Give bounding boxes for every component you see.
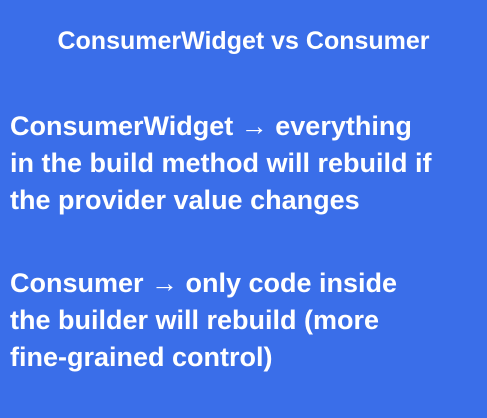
slide-title: ConsumerWidget vs Consumer xyxy=(57,27,430,55)
slide: ConsumerWidget vs Consumer ConsumerWidge… xyxy=(0,0,487,418)
paragraph-line: the builder will rebuild (more xyxy=(10,305,380,335)
paragraph-line: ConsumerWidget → everything xyxy=(10,111,412,141)
consumer-paragraph: Consumer → only code inside the builder … xyxy=(10,265,480,376)
paragraph-line: Consumer → only code inside xyxy=(10,268,398,298)
paragraph-line: fine-grained control) xyxy=(10,342,273,372)
paragraph-line: the provider value changes xyxy=(10,185,360,215)
consumer-widget-paragraph: ConsumerWidget → everything in the build… xyxy=(10,108,480,219)
paragraph-line: in the build method will rebuild if xyxy=(10,148,432,178)
